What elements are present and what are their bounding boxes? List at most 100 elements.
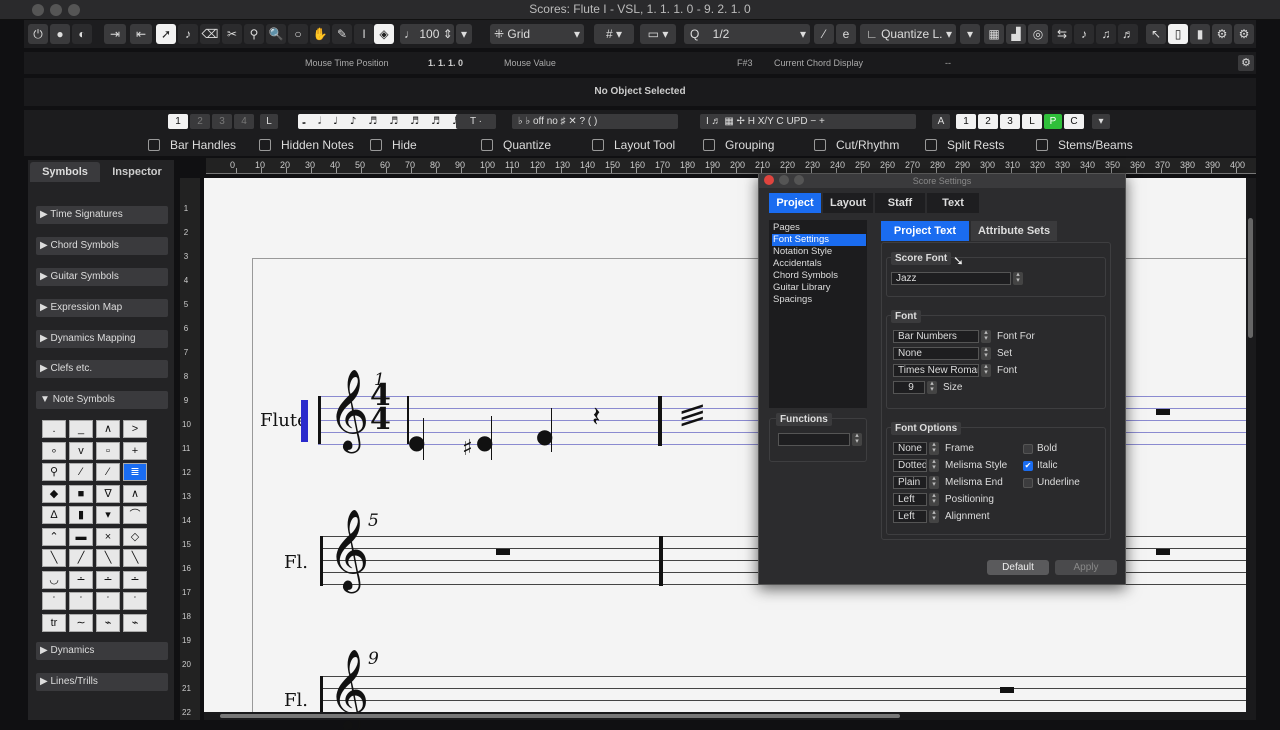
zoom-field[interactable]: ♩ 100 ⇕ [400,24,454,44]
alignment-stepper[interactable]: ▴ ▾ [929,509,939,523]
quantize-toggle-icon[interactable]: ⁄ [814,24,834,44]
note-symbol-icon[interactable]: ∸ [96,570,120,589]
pencil-tool-icon[interactable]: ✎ [332,24,352,44]
category-chord-symbols[interactable]: ▶ Chord Symbols [36,237,168,255]
set-stepper[interactable]: ▴ ▾ [981,346,991,360]
note-symbol-icon[interactable]: + [123,441,147,460]
note-symbol-icon[interactable]: ∼ [69,613,93,632]
toggle-left-icon[interactable]: ⇥ [104,24,126,44]
gear-icon[interactable]: ⚙ [1238,55,1254,71]
checkbox[interactable] [370,139,382,151]
set-dropdown[interactable]: None [893,347,979,360]
minimize-dialog-button[interactable] [779,175,789,185]
category-expression-map[interactable]: ▶ Expression Map [36,299,168,317]
page-spacings[interactable]: Spacings [772,294,866,306]
chart-icon[interactable]: ▟ [1006,24,1026,44]
glue-tool-icon[interactable]: ⚲ [244,24,264,44]
quarter-rest-icon[interactable]: 𝄽 [592,400,601,434]
horizontal-ruler[interactable]: 0 10 20 30 40 50 60 70 80 90 100 110 120 130 140 150 160… [206,158,1256,174]
voice-input-icon[interactable]: ♬ [1118,24,1138,44]
functions-stepper[interactable]: ▴ ▾ [852,432,862,446]
note-symbol-icon[interactable]: ◆ [42,484,66,503]
checkbox[interactable] [592,139,604,151]
note-symbol-icon[interactable]: ╱ [69,549,93,567]
scrollbar-thumb[interactable] [1248,218,1253,338]
tab-symbols[interactable]: Symbols [30,162,100,182]
note-symbol-icon[interactable]: × [96,527,120,546]
note-symbol-icon[interactable]: ʾ [96,592,120,610]
note-symbol-icon[interactable]: ⌒ [123,506,147,524]
category-clefs[interactable]: ▶ Clefs etc. [36,360,168,378]
page-chord-symbols[interactable]: Chord Symbols [772,270,866,282]
text-tool-icon[interactable]: I [354,24,374,44]
category-guitar-symbols[interactable]: ▶ Guitar Symbols [36,268,168,286]
layer-l-button[interactable]: L [260,114,278,129]
search-tool-icon[interactable]: ○ [288,24,308,44]
eraser-tool-icon[interactable]: ⌫ [200,24,220,44]
treble-clef-icon[interactable]: 𝄞 [328,374,369,444]
close-window-button[interactable] [32,4,44,16]
filter-quantize[interactable]: Quantize [481,138,551,152]
instrument-short-name[interactable]: Fl. [284,552,308,573]
note-symbol-icon[interactable]: ∧ [96,420,120,438]
filter-bar-handles[interactable]: Bar Handles [148,138,236,152]
voice-c-button[interactable]: C [1064,114,1084,129]
page-font-settings[interactable]: Font Settings [772,234,866,246]
whole-rest[interactable] [1000,687,1014,693]
note-symbol-icon[interactable]: _ [69,420,93,438]
instrument-short-name[interactable]: Fl. [284,690,308,711]
toggle-right-icon[interactable]: ⇤ [130,24,152,44]
note-symbol-icon[interactable]: ʾ [69,592,93,610]
category-note-symbols[interactable]: ▼ Note Symbols [36,391,168,409]
note-symbol-icon[interactable]: ⌁ [96,613,120,632]
chevron-down-icon[interactable]: ▾ [960,24,980,44]
functions-dropdown[interactable] [778,433,850,446]
note-symbol-icon[interactable]: ⁄ [96,463,120,481]
note-input-icon[interactable]: ♪ [1074,24,1094,44]
voice-l-button[interactable]: L [1022,114,1042,129]
power-icon[interactable]: ⏻ [28,24,48,44]
note-symbol-icon[interactable]: ∇ [96,484,120,503]
page-1-button[interactable]: 1 [168,114,188,129]
dialog-titlebar[interactable]: Score Settings [759,174,1125,188]
a-button[interactable]: A [932,114,950,129]
checkbox[interactable] [814,139,826,151]
note-symbol-icon[interactable]: tr [42,613,66,632]
checkbox[interactable] [148,139,160,151]
draw-note-tool-icon[interactable]: ♪ [178,24,198,44]
tab-text[interactable]: Text [927,193,979,213]
voice-1-button[interactable]: 1 [956,114,976,129]
note-symbol-icon[interactable]: . [42,420,66,438]
font-stepper[interactable]: ▴ ▾ [981,363,991,377]
melisma-end-dropdown[interactable]: Plain [893,476,927,489]
score-font-dropdown[interactable]: Jazz [891,272,1011,285]
display-dropdown[interactable]: ▭ ▾ [640,24,676,44]
checkbox[interactable] [703,139,715,151]
grid-type-dropdown[interactable]: # ▾ [594,24,634,44]
voice-p-button[interactable]: P [1044,114,1062,129]
note-symbol-icon[interactable]: ╲ [96,549,120,567]
note-symbol-icon[interactable]: ⌁ [123,613,147,632]
record-icon[interactable]: ● [50,24,70,44]
note-symbol-icon[interactable]: ⁄ [69,463,93,481]
tab-inspector[interactable]: Inspector [102,162,172,182]
underline-checkbox[interactable] [1023,478,1033,488]
close-dialog-button[interactable] [764,175,774,185]
cycle-icon[interactable]: ◐ [72,24,92,44]
filter-cut-rhythm[interactable]: Cut/Rhythm [814,138,899,152]
arrow-left-up-icon[interactable]: ↖ [1146,24,1166,44]
italic-checkbox[interactable]: ✔ [1023,461,1033,471]
category-lines-trills[interactable]: ▶ Lines/Trills [36,673,168,691]
melisma-style-stepper[interactable]: ▴ ▾ [929,458,939,472]
note-symbol-icon[interactable]: ▫ [96,441,120,460]
checkbox[interactable] [481,139,493,151]
note-symbol-icon[interactable]: ⌃ [42,527,66,546]
note-symbol-icon[interactable]: ∘ [42,441,66,460]
window-settings-icon[interactable]: ⚙ [1212,24,1232,44]
note-symbol-icon[interactable]: ◡ [42,570,66,589]
category-time-signatures[interactable]: ▶ Time Signatures [36,206,168,224]
page-accidentals[interactable]: Accidentals [772,258,866,270]
horizontal-scrollbar[interactable] [204,712,1256,720]
font-for-dropdown[interactable]: Bar Numbers [893,330,979,343]
checkbox[interactable] [259,139,271,151]
